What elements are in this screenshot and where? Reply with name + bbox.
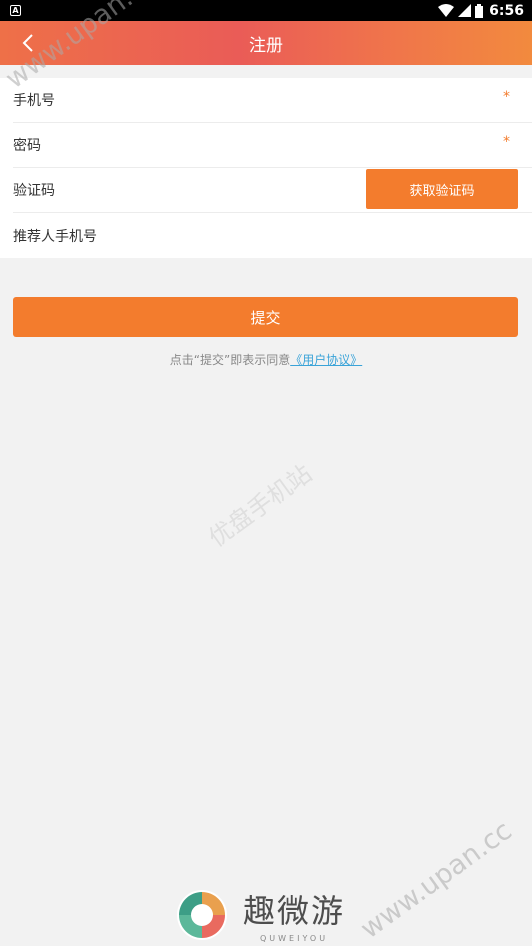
password-field[interactable]: 密码 * (13, 123, 532, 168)
quweiyou-logo-icon (177, 889, 227, 940)
required-mark: * (503, 134, 510, 150)
get-code-button[interactable]: 获取验证码 (366, 169, 518, 209)
submit-button[interactable]: 提交 (13, 297, 518, 337)
required-mark: * (503, 89, 510, 105)
verification-code-field[interactable]: 验证码 获取验证码 (13, 168, 532, 213)
agreement-text: 点击“提交”即表示同意《用户协议》 (0, 351, 532, 368)
clock: 6:56 (489, 2, 524, 19)
battery-icon (475, 3, 484, 18)
watermark-center: 优盘手机站 (203, 459, 318, 553)
page-title: 注册 (249, 35, 283, 56)
user-agreement-link[interactable]: 《用户协议》 (290, 353, 362, 367)
phone-field[interactable]: 手机号 * (13, 78, 532, 123)
brand: 趣微游 QUWEIYOU (243, 886, 345, 943)
wifi-icon (438, 4, 455, 17)
status-icons: 6:56 (438, 3, 524, 19)
agreement-prefix: 点击“提交”即表示同意 (169, 353, 291, 367)
notification-icon: A (10, 5, 21, 16)
referrer-phone-field[interactable]: 推荐人手机号 (13, 213, 532, 258)
footer-logo: 趣微游 QUWEIYOU (175, 886, 345, 943)
register-form: 手机号 * 密码 * 验证码 获取验证码 推荐人手机号 (0, 78, 532, 258)
password-label: 密码 (13, 138, 41, 154)
signal-icon (458, 4, 472, 17)
brand-subtitle: QUWEIYOU (259, 934, 329, 943)
watermark: www.upan.cc (355, 815, 518, 946)
referrer-label: 推荐人手机号 (13, 228, 97, 245)
brand-name: 趣微游 (243, 892, 346, 930)
code-label: 验证码 (13, 183, 55, 199)
